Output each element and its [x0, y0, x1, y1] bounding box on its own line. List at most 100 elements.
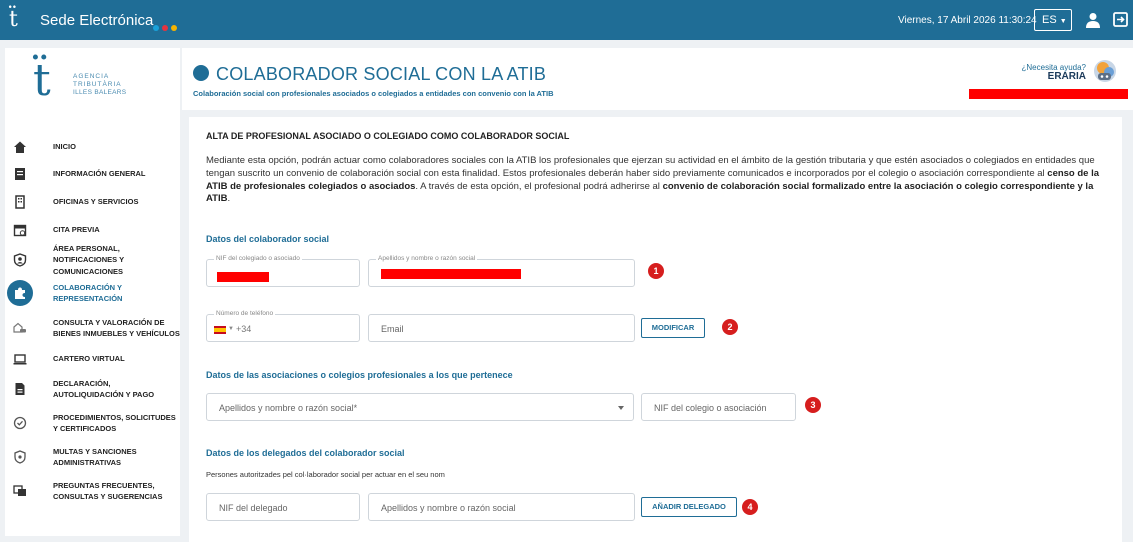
delegate-name-field[interactable]: Apellidos y nombre o razón social [368, 493, 635, 521]
sidebar-item-label: MULTAS Y SANCIONES ADMINISTRATIVAS [53, 446, 137, 468]
sidebar-item-area-personal[interactable]: ÁREA PERSONAL, NOTIFICACIONES Y COMUNICA… [5, 244, 180, 276]
sidebar-item-multas[interactable]: MULTAS Y SANCIONES ADMINISTRATIVAS [5, 440, 180, 474]
logout-icon[interactable] [1113, 12, 1128, 27]
sidebar-item-label: OFICINAS Y SERVICIOS [53, 197, 139, 207]
calendar-icon [13, 224, 27, 237]
sidebar-item-consulta-valoracion[interactable]: CONSULTA Y VALORACIÓN DE BIENES INMUEBLE… [5, 310, 180, 346]
sidebar-item-label: CARTERO VIRTUAL [53, 354, 125, 364]
delegates-heading: Datos de los delegados del colaborador s… [206, 448, 405, 458]
step-badge: 3 [805, 397, 821, 413]
sidebar: ẗ AGENCIA TRIBUTÀRIA ILLES BALEARS INICI… [5, 48, 180, 536]
delegates-note: Persones autoritzades pel col·laborador … [206, 470, 445, 479]
association-nif-field[interactable]: NIF del colegio o asociación [641, 393, 796, 421]
sidebar-nav: INICIO INFORMACIÓN GENERAL OFICINAS Y SE… [5, 134, 180, 508]
sidebar-item-colaboracion[interactable]: COLABORACIÓN Y REPRESENTACIÓN [5, 276, 180, 310]
intro-text: Mediante esta opción, podrán actuar como… [206, 155, 1111, 206]
delegate-nif-field[interactable]: NIF del delegado [206, 493, 360, 521]
main-content: ALTA DE PROFESIONAL ASOCIADO O COLEGIADO… [189, 117, 1122, 542]
redaction-block [969, 89, 1128, 99]
sidebar-item-label: CONSULTA Y VALORACIÓN DE BIENES INMUEBLE… [53, 317, 180, 339]
phone-field[interactable]: Número de teléfono ▼ +34 [206, 310, 360, 342]
chevron-down-icon: ▼ [228, 326, 234, 332]
step-badge: 1 [648, 263, 664, 279]
person-shield-icon [13, 253, 27, 267]
user-icon[interactable] [1086, 12, 1100, 28]
add-delegate-button[interactable]: AÑADIR DELEGADO [641, 497, 737, 517]
intro-part: . A través de esta opción, el profesiona… [415, 180, 663, 192]
home-icon [14, 141, 26, 153]
laptop-icon [13, 354, 27, 365]
sidebar-item-inicio[interactable]: INICIO [5, 134, 180, 160]
intro-part: Mediante esta opción, podrán actuar como… [206, 155, 1095, 179]
current-datetime: Viernes, 17 Abril 2026 11:30:24 [898, 15, 1037, 26]
sidebar-item-preguntas[interactable]: PREGUNTAS FRECUENTES, CONSULTAS Y SUGERE… [5, 474, 180, 508]
field-label: NIF del colegiado o asociado [214, 255, 302, 262]
brand-dots [153, 18, 180, 31]
sidebar-item-label: CITA PREVIA [53, 225, 100, 235]
page-title: COLABORADOR SOCIAL CON LA ATIB [216, 64, 547, 84]
brand-dot [153, 25, 159, 31]
language-select[interactable]: ES ▼ [1034, 9, 1072, 31]
spain-flag-icon[interactable] [214, 326, 226, 334]
sidebar-item-label: INICIO [53, 142, 76, 152]
house-car-icon [13, 322, 26, 333]
email-field[interactable]: Email [368, 314, 635, 342]
step-badge: 4 [742, 499, 758, 515]
atib-brand-logo[interactable]: ẗ AGENCIA TRIBUTÀRIA ILLES BALEARS [33, 57, 163, 107]
puzzle-icon [15, 287, 25, 299]
nif-placeholder: NIF del colegio o asociación [654, 403, 767, 413]
chevron-down-icon: ▼ [1059, 18, 1067, 25]
sidebar-item-procedimientos[interactable]: PROCEDIMIENTOS, SOLICITUDES Y CERTIFICAD… [5, 406, 180, 440]
collaborator-heading: Datos del colaborador social [206, 234, 330, 244]
form-icon [15, 383, 25, 395]
app-name[interactable]: Sede Electrónica [40, 12, 153, 29]
assistant-name: ERARIA [1047, 71, 1086, 82]
collaborator-nif-field[interactable]: NIF del colegiado o asociado [206, 255, 360, 287]
phone-prefix: +34 [236, 324, 252, 334]
sidebar-item-oficinas[interactable]: OFICINAS Y SERVICIOS [5, 188, 180, 216]
top-bar: ẗ Sede Electrónica Viernes, 17 Abril 202… [0, 0, 1133, 40]
associations-heading: Datos de las asociaciones o colegios pro… [206, 370, 513, 380]
sidebar-item-declaracion[interactable]: DECLARACIÓN, AUTOLIQUIDACIÓN Y PAGO [5, 372, 180, 406]
name-placeholder: Apellidos y nombre o razón social [381, 503, 516, 513]
language-value: ES [1042, 14, 1057, 26]
sidebar-item-informacion-general[interactable]: INFORMACIÓN GENERAL [5, 160, 180, 188]
modify-button[interactable]: MODIFICAR [641, 318, 705, 338]
chevron-down-icon [618, 406, 624, 410]
brand-dot [171, 25, 177, 31]
sidebar-item-label: INFORMACIÓN GENERAL [53, 169, 146, 179]
association-select[interactable]: Apellidos y nombre o razón social* [206, 393, 634, 421]
page-header: COLABORADOR SOCIAL CON LA ATIB Colaborac… [182, 48, 1133, 110]
field-label: Apellidos y nombre o razón social [376, 255, 478, 262]
help-link[interactable]: ¿Necesita ayuda? ERARIA [1022, 63, 1086, 82]
select-placeholder: Apellidos y nombre o razón social* [219, 403, 358, 413]
sidebar-item-label: ÁREA PERSONAL, NOTIFICACIONES Y COMUNICA… [53, 243, 124, 276]
sidebar-item-cita-previa[interactable]: CITA PREVIA [5, 216, 180, 244]
field-label: Número de teléfono [214, 310, 276, 317]
sidebar-item-label: DECLARACIÓN, AUTOLIQUIDACIÓN Y PAGO [53, 378, 155, 400]
brand-line: AGENCIA [73, 73, 110, 80]
redaction-block [217, 272, 269, 282]
atib-logo-icon: ẗ [33, 55, 51, 106]
sidebar-item-label: PROCEDIMIENTOS, SOLICITUDES Y CERTIFICAD… [53, 412, 176, 434]
assistant-avatar-icon[interactable] [1092, 58, 1118, 84]
intro-part: . [227, 193, 231, 205]
section-title: ALTA DE PROFESIONAL ASOCIADO O COLEGIADO… [206, 131, 570, 141]
email-placeholder: Email [381, 324, 404, 334]
nif-placeholder: NIF del delegado [219, 503, 288, 513]
check-circle-icon [13, 416, 27, 430]
page-subtitle: Colaboración social con profesionales as… [193, 89, 554, 98]
brand-line: ILLES BALEARS [73, 89, 127, 96]
sidebar-item-label: PREGUNTAS FRECUENTES, CONSULTAS Y SUGERE… [53, 480, 163, 502]
shield-icon [14, 450, 26, 464]
building-icon [15, 195, 25, 209]
sidebar-item-label: COLABORACIÓN Y REPRESENTACIÓN [53, 282, 123, 304]
brand-dot [162, 25, 168, 31]
step-badge: 2 [722, 319, 738, 335]
atib-logo-icon[interactable]: ẗ [9, 8, 31, 32]
collaborator-name-field[interactable]: Apellidos y nombre o razón social [368, 255, 635, 287]
puzzle-icon [193, 65, 209, 81]
sidebar-item-cartero-virtual[interactable]: CARTERO VIRTUAL [5, 346, 180, 372]
chat-icon [13, 485, 26, 496]
document-icon [15, 168, 25, 180]
